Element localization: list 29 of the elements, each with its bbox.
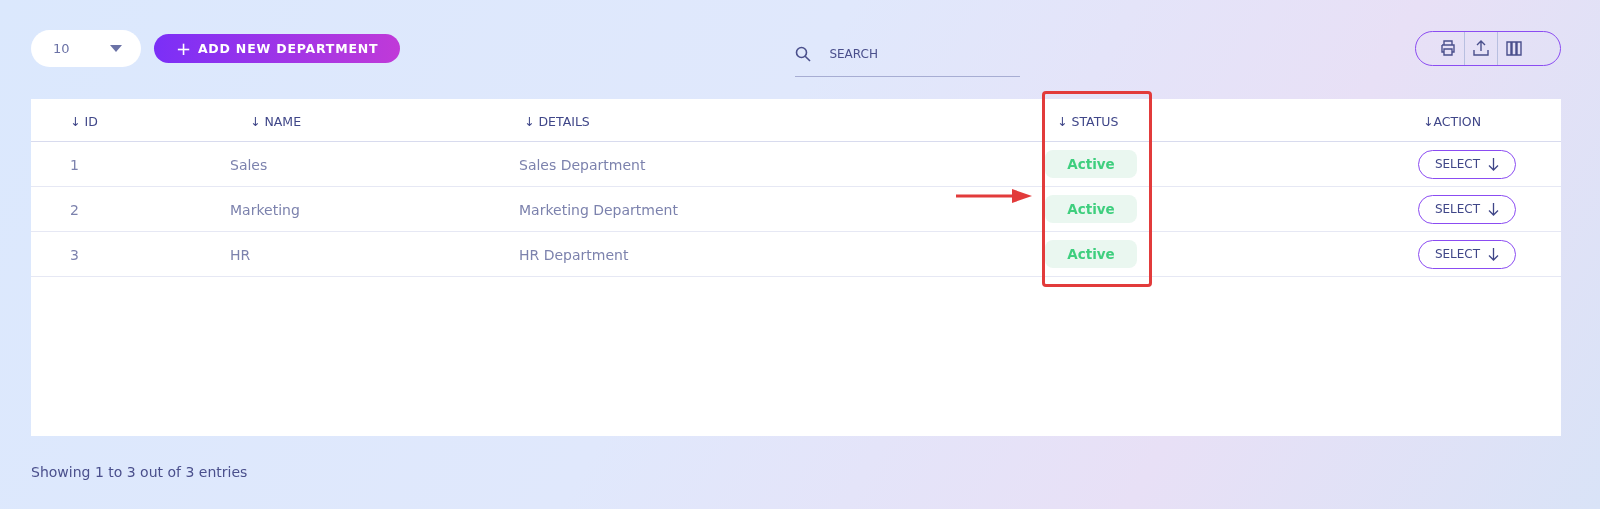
entries-info: Showing 1 to 3 out of 3 entries <box>31 464 249 480</box>
arrow-down-icon <box>1488 157 1500 171</box>
table-cell: Sales <box>230 156 268 173</box>
arrow-down-icon <box>1488 247 1500 261</box>
select-button[interactable]: SELECT <box>1418 149 1516 179</box>
table-cell: 1 <box>70 156 79 173</box>
status-badge: Active <box>1045 195 1137 223</box>
column-header[interactable]: ↓ACTION <box>1423 113 1482 129</box>
column-header[interactable]: ↓ NAME <box>250 113 302 129</box>
column-header[interactable]: ↓ STATUS <box>1057 113 1119 129</box>
table-cell: 3 <box>70 246 79 263</box>
table-cell: HR <box>230 246 251 263</box>
table-cell: 2 <box>70 201 79 218</box>
add-department-button[interactable]: + ADD NEW DEPARTMENT <box>154 33 401 63</box>
select-button[interactable]: SELECT <box>1418 194 1516 224</box>
table-cell: Sales Department <box>519 156 646 173</box>
table-cell: HR Department <box>519 246 629 263</box>
status-badge: Active <box>1045 150 1137 178</box>
table-cell: Marketing <box>230 201 300 218</box>
caret-icon <box>109 44 122 52</box>
table-cell: Marketing Department <box>519 201 678 218</box>
status-badge: Active <box>1045 240 1137 268</box>
column-header[interactable]: ↓ ID <box>70 113 98 129</box>
search-field[interactable]: SEARCH <box>827 45 992 62</box>
select-button[interactable]: SELECT <box>1418 239 1516 269</box>
page-size-select[interactable]: 10 <box>31 29 141 67</box>
search-icon <box>795 45 812 62</box>
column-header[interactable]: ↓ DETAILS <box>524 113 590 129</box>
arrow-down-icon <box>1488 202 1500 216</box>
